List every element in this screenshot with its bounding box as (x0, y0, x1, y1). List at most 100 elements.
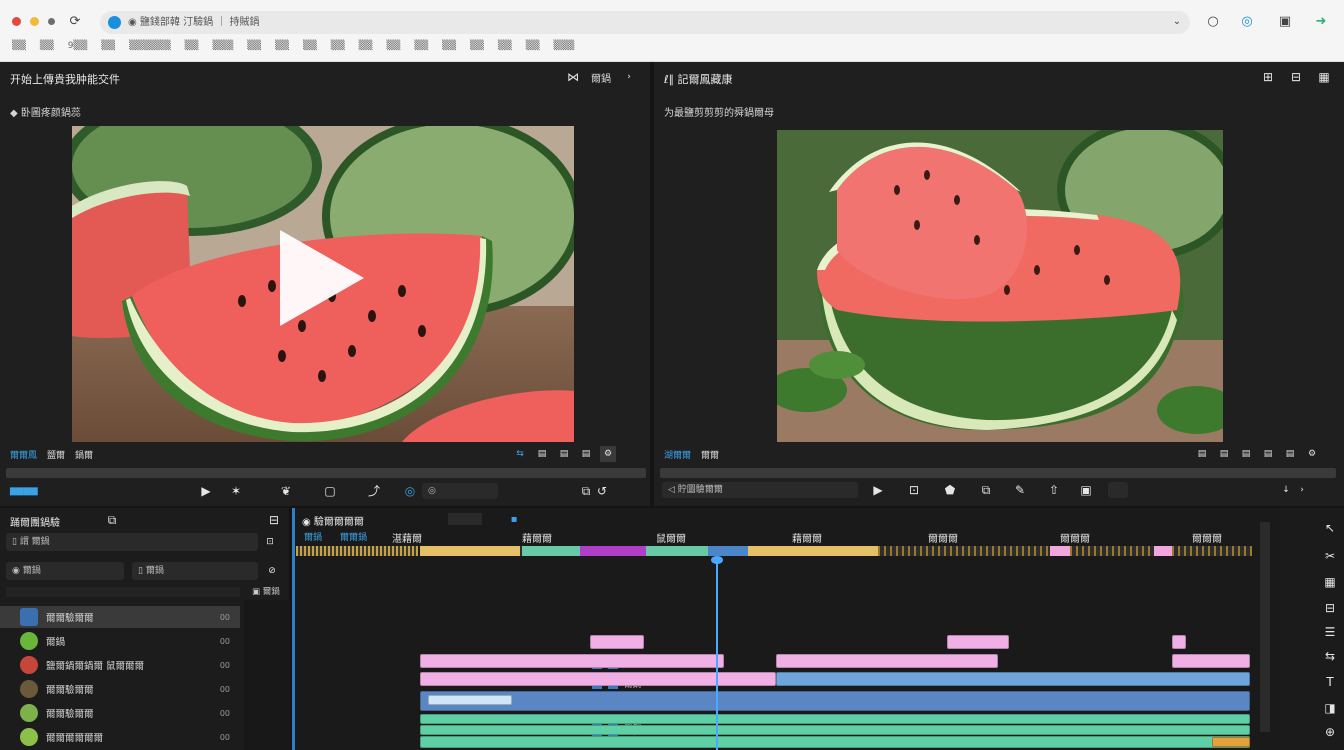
grid-icon[interactable]: ▤ (1194, 446, 1210, 462)
search-field[interactable]: ◁ 貯圖驗爾爾 (662, 482, 858, 498)
list-item[interactable]: 鹽爾鍋爾鍋爾 鼠爾爾爾 00 (0, 654, 240, 676)
import-icon[interactable]: ⧉ (104, 512, 120, 528)
play-icon[interactable]: ▶ (198, 483, 214, 499)
chevron-down-icon[interactable]: ⌄ (1168, 13, 1186, 31)
split-icon[interactable]: ⋈ (565, 69, 581, 85)
bookmark[interactable]: ▒▒ (40, 41, 54, 55)
text-icon[interactable]: T (1322, 674, 1338, 690)
timeline-scrollbar[interactable] (1260, 522, 1270, 732)
bookmark[interactable]: ▒▒▒▒▒▒ (129, 41, 171, 55)
filter-icon[interactable]: ⊡ (262, 534, 278, 550)
image-icon[interactable]: ▣ (1078, 482, 1094, 498)
zoom-icon[interactable]: ⇆ (1322, 648, 1338, 664)
grid-icon[interactable]: ▤ (1260, 446, 1276, 462)
list-item[interactable]: 爾爾驗爾爾 00 (0, 606, 240, 628)
tab-output[interactable]: 湖爾爾 (664, 448, 691, 461)
undo-icon[interactable]: ↺ (594, 483, 610, 499)
output-video-frame[interactable] (777, 130, 1223, 442)
close-window-icon[interactable] (12, 17, 21, 26)
shape-icon[interactable]: ◨ (1322, 700, 1338, 716)
list-item[interactable]: 爾鍋 00 (0, 630, 240, 652)
sync-icon[interactable]: ◎ (402, 483, 418, 499)
bookmark[interactable]: 9▒▒ (68, 41, 88, 55)
address-bar[interactable]: ◉ 鹽錢部韓 汀驗鍋 ｜ 持賊鍋 (100, 11, 1190, 34)
search-icon[interactable]: ○ (1204, 13, 1222, 31)
camera-icon[interactable]: ⧉ (978, 482, 994, 498)
mask-icon[interactable]: ❦ (278, 483, 294, 499)
bookmark[interactable]: ▒▒ (185, 41, 199, 55)
clip[interactable] (420, 714, 1250, 724)
grid-icon[interactable]: ▤ (1216, 446, 1232, 462)
refresh-icon[interactable]: ⟳ (66, 13, 84, 31)
bookmark[interactable]: ▒▒ (470, 41, 484, 55)
pointer-icon[interactable]: ↖ (1322, 520, 1338, 536)
clip[interactable] (420, 725, 1250, 735)
bookmark[interactable]: ▒▒ (442, 41, 456, 55)
chevron-right-icon[interactable]: › (621, 69, 637, 85)
pen-icon[interactable]: ✎ (1012, 482, 1028, 498)
clip[interactable] (420, 736, 1250, 748)
clip[interactable] (1172, 654, 1250, 668)
tab-third[interactable]: 鍋爾 (75, 448, 93, 461)
list-item[interactable]: 爾爾驗爾爾 00 (0, 678, 240, 700)
timeline-tab[interactable]: 爾鍋 (304, 530, 322, 543)
bookmark[interactable]: ▒▒ (12, 41, 26, 55)
bookmark[interactable]: ▒▒▒ (554, 41, 575, 55)
tab-second[interactable]: 鹽爾 (47, 448, 65, 461)
play-icon[interactable]: ▶ (870, 482, 886, 498)
filter-two[interactable]: ▯ 爾鍋 (132, 562, 258, 580)
crop-icon[interactable]: ⊡ (906, 482, 922, 498)
bookmark[interactable]: ▒▒ (386, 41, 400, 55)
grid-icon[interactable]: ▦ (1316, 69, 1332, 85)
extension-icon[interactable]: ➜ (1312, 13, 1330, 31)
clip[interactable] (776, 672, 1250, 686)
bookmark[interactable]: ▒▒ (247, 41, 261, 55)
speed-select[interactable]: ◎ (422, 483, 498, 499)
snapshot-icon[interactable]: ⧉ (578, 483, 594, 499)
assistant-icon[interactable]: ◎ (1238, 13, 1256, 31)
bookmark[interactable]: ▒▒ (414, 41, 428, 55)
chevron-right-icon[interactable]: › (1294, 482, 1310, 498)
layout-icon[interactable]: ⊟ (266, 512, 282, 528)
clip[interactable] (420, 691, 1250, 711)
playhead[interactable] (716, 558, 718, 750)
link-icon[interactable]: ⊘ (264, 563, 280, 579)
shape-icon[interactable]: ⬟ (942, 482, 958, 498)
more-button[interactable] (1108, 482, 1128, 498)
grid-icon[interactable]: ▤ (534, 446, 550, 462)
layout-icon[interactable]: ⊞ (1260, 69, 1276, 85)
source-video-frame[interactable] (72, 126, 574, 442)
grid-icon[interactable]: ▤ (1282, 446, 1298, 462)
export-icon[interactable]: ⤴ (366, 483, 382, 499)
clip[interactable] (947, 635, 1009, 649)
bookmark[interactable]: ▒▒ (526, 41, 540, 55)
output-scrubber[interactable] (660, 468, 1336, 478)
clip[interactable] (1172, 635, 1186, 649)
library-search[interactable]: ▯ 謂 爾鍋 (6, 533, 258, 551)
bookmark[interactable]: ▒▒ (303, 41, 317, 55)
grid-icon[interactable]: ▦ (1322, 574, 1338, 590)
razor-icon[interactable]: ✂ (1322, 548, 1338, 564)
tab-source[interactable]: 爾爾鳳 (10, 448, 37, 461)
list-item[interactable]: 爾爾驗爾爾 00 (0, 702, 240, 724)
bookmark[interactable]: ▒▒ (275, 41, 289, 55)
arrow-down-icon[interactable]: ↓ (1278, 482, 1294, 498)
bookmark[interactable]: ▒▒ (331, 41, 345, 55)
source-scrubber[interactable] (6, 468, 646, 478)
tab-second[interactable]: 爾爾 (701, 448, 719, 461)
marker-icon[interactable]: ⇆ (512, 446, 528, 462)
timeline-tab[interactable]: 爾爾鍋 (340, 530, 367, 543)
panel-icon[interactable]: ▣ (1276, 13, 1294, 31)
folder-icon[interactable]: ▪ (506, 512, 522, 528)
upload-icon[interactable]: ⇧ (1046, 482, 1062, 498)
clip[interactable] (420, 654, 724, 668)
grid-icon[interactable]: ▤ (578, 446, 594, 462)
clip[interactable] (590, 635, 644, 649)
list-item[interactable]: 爾爾爾爾爾爾 00 (0, 726, 240, 748)
clip[interactable] (1212, 737, 1250, 747)
playhead-handle[interactable] (711, 556, 723, 564)
filter-one[interactable]: ◉ 爾鍋 (6, 562, 124, 580)
clip[interactable] (776, 654, 998, 668)
settings-icon[interactable]: ⚙ (1304, 446, 1320, 462)
minimize-window-icon[interactable] (30, 17, 39, 26)
